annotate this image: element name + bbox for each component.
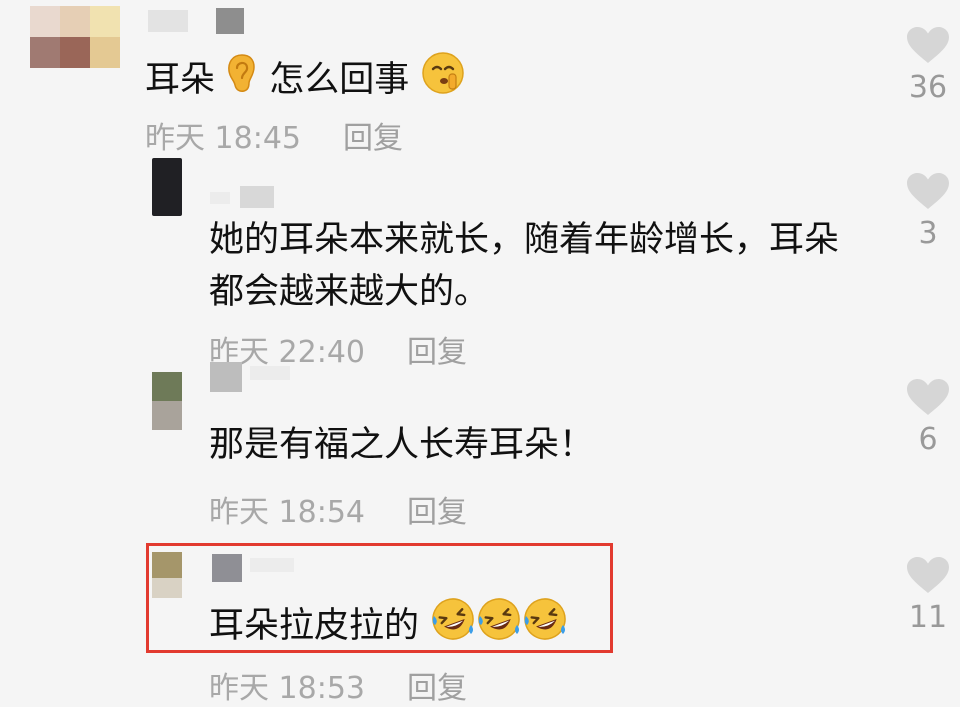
avatar[interactable]: [152, 552, 182, 598]
username-blurred[interactable]: [210, 362, 300, 392]
comment-text: 耳朵拉皮拉的: [209, 596, 568, 656]
comment-text-part: 耳朵拉皮拉的: [209, 606, 420, 646]
like-button[interactable]: 3: [896, 172, 960, 251]
avatar[interactable]: [152, 158, 182, 216]
reply-button[interactable]: 回复: [343, 121, 403, 156]
rolling-laughing-emoji-icon: [476, 596, 522, 656]
like-button[interactable]: 36: [896, 26, 960, 105]
like-button[interactable]: 6: [896, 378, 960, 457]
username-blurred[interactable]: [212, 554, 302, 582]
reply-button[interactable]: 回复: [407, 671, 467, 706]
comment-text: 耳朵 怎么回事: [145, 50, 466, 110]
comment-text: 那是有福之人长寿耳朵！: [209, 425, 595, 465]
rolling-laughing-emoji-icon: [430, 596, 476, 656]
reply-button[interactable]: 回复: [407, 335, 467, 370]
heart-icon: [907, 379, 949, 415]
like-button[interactable]: 11: [896, 556, 960, 635]
heart-icon: [907, 27, 949, 63]
reply-button[interactable]: 回复: [407, 495, 467, 530]
comment-meta: 昨天 18:54 回复: [209, 487, 467, 531]
avatar[interactable]: [30, 6, 120, 68]
comment-meta: 昨天 18:45 回复: [145, 113, 403, 157]
timestamp: 昨天 18:54: [209, 495, 365, 530]
like-count: 6: [918, 422, 938, 457]
comment-text-line: 她的耳朵本来就长，随着年龄增长，耳朵: [209, 220, 840, 260]
comment-text-part: 耳朵: [145, 60, 216, 100]
heart-icon: [907, 557, 949, 593]
ear-emoji-icon: [226, 53, 258, 107]
comment-text-part: 怎么回事: [269, 60, 410, 100]
avatar[interactable]: [152, 372, 182, 430]
like-count: 36: [908, 70, 948, 105]
like-count: 11: [908, 600, 948, 635]
comment-text-line: 都会越来越大的。: [209, 272, 490, 312]
like-count: 3: [918, 216, 938, 251]
timestamp: 昨天 18:45: [145, 121, 301, 156]
comment-text: 她的耳朵本来就长，随着年龄增长，耳朵 都会越来越大的。: [209, 214, 839, 318]
rolling-laughing-emoji-icon: [522, 596, 568, 656]
comment-meta: 昨天 18:53 回复: [209, 663, 467, 707]
shushing-face-emoji-icon: [420, 50, 466, 110]
username-blurred[interactable]: [148, 8, 244, 34]
heart-icon: [907, 173, 949, 209]
username-blurred[interactable]: [210, 186, 274, 212]
timestamp: 昨天 18:53: [209, 671, 365, 706]
